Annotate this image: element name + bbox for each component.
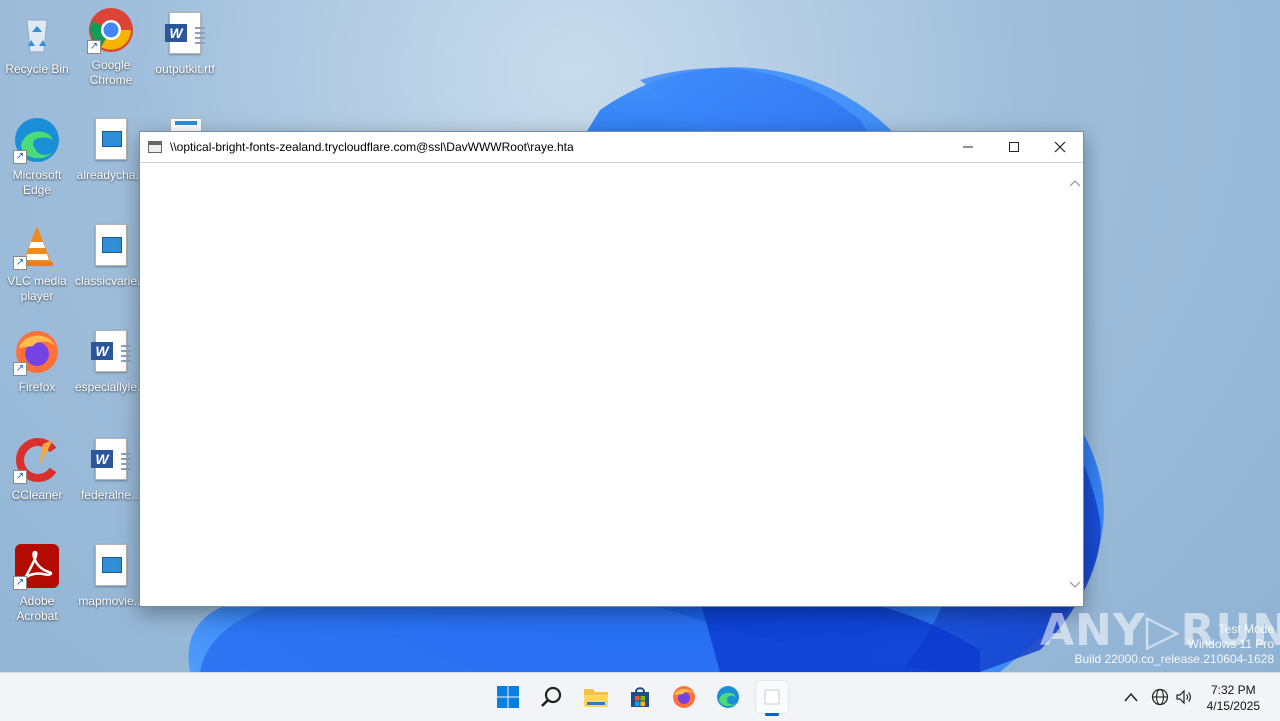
desktop-icon-alreadycha[interactable]: alreadycha... <box>74 116 148 183</box>
store-button[interactable] <box>624 681 656 713</box>
desktop-icon-federalne[interactable]: W federalne... <box>74 436 148 503</box>
image-file-icon <box>87 222 135 270</box>
maximize-icon <box>1009 142 1019 152</box>
test-mode-text: Test Mode Windows 11 Pro Build 22000.co_… <box>1075 622 1275 667</box>
vertical-scrollbar[interactable] <box>1066 163 1083 606</box>
desktop-icon-label: VLC media player <box>7 274 67 303</box>
desktop-icon-label: mapmovie... <box>78 594 144 608</box>
file-explorer-button[interactable] <box>580 681 612 713</box>
desktop-icon-classicvarie[interactable]: classicvarie... <box>74 222 148 289</box>
store-icon <box>631 687 649 707</box>
chevron-down-icon <box>1069 581 1080 588</box>
volume-control[interactable] <box>1175 673 1193 721</box>
shortcut-arrow-icon: ↗ <box>13 576 27 590</box>
desktop-icon-microsoft-edge[interactable]: ↗ Microsoft Edge <box>0 116 74 198</box>
search-icon <box>541 686 562 707</box>
windows-start-icon <box>497 686 519 708</box>
desktop-icon-adobe-acrobat[interactable]: ↗ Adobe Acrobat <box>0 542 74 624</box>
globe-network-icon <box>1151 688 1169 706</box>
shortcut-arrow-icon: ↗ <box>13 470 27 484</box>
chrome-icon: ↗ <box>87 6 135 54</box>
desktop-icon-google-chrome[interactable]: ↗ Google Chrome <box>74 6 148 88</box>
search-button[interactable] <box>536 681 568 713</box>
edge-icon: ↗ <box>13 116 61 164</box>
minimize-icon <box>963 146 973 148</box>
test-mode-label: Test Mode <box>1218 622 1274 636</box>
image-file-icon <box>87 542 135 590</box>
desktop-icon-label: Microsoft Edge <box>12 168 62 197</box>
desktop-icon-vlc[interactable]: ↗ VLC media player <box>0 222 74 304</box>
recycle-bin-icon <box>13 10 61 58</box>
firefox-taskbar-button[interactable] <box>668 681 700 713</box>
word-document-icon: W <box>87 328 135 376</box>
word-document-icon: W <box>161 10 209 58</box>
desktop-icon-label: classicvarie... <box>74 274 148 288</box>
desktop-icon-especiallyle[interactable]: W especiallyle... <box>74 328 148 395</box>
desktop-icon-label: Adobe Acrobat <box>16 594 58 623</box>
desktop-icon-recycle-bin[interactable]: Recycle Bin <box>0 10 74 77</box>
firefox-icon <box>673 686 695 708</box>
build-label: Build 22000.co_release.210604-1628 <box>1074 652 1275 666</box>
edge-taskbar-button[interactable] <box>712 681 744 713</box>
chevron-up-icon <box>1069 180 1080 187</box>
shortcut-arrow-icon: ↗ <box>87 40 101 54</box>
file-explorer-icon <box>584 689 608 707</box>
speaker-icon <box>1176 689 1191 705</box>
shortcut-arrow-icon: ↗ <box>13 362 27 376</box>
word-document-icon: W <box>87 436 135 484</box>
desktop-icon-firefox[interactable]: ↗ Firefox <box>0 328 74 395</box>
show-hidden-icons-button[interactable] <box>1124 673 1138 721</box>
desktop-icon-label: especiallyle... <box>74 380 148 394</box>
window-titlebar[interactable]: \\optical-bright-fonts-zealand.trycloudf… <box>140 132 1083 163</box>
minimize-button[interactable] <box>945 132 991 162</box>
app-window-icon <box>148 141 162 153</box>
window-title: \\optical-bright-fonts-zealand.trycloudf… <box>170 140 574 154</box>
desktop-icon-outputkit-rtf[interactable]: W outputkit.rtf <box>148 10 222 77</box>
close-icon <box>1054 141 1066 153</box>
start-button[interactable] <box>492 681 524 713</box>
hta-window[interactable]: \\optical-bright-fonts-zealand.trycloudf… <box>139 131 1084 607</box>
close-button[interactable] <box>1037 132 1083 162</box>
chevron-up-icon <box>1124 692 1138 702</box>
desktop-icon-label: outputkit.rtf <box>155 62 215 76</box>
image-file-icon <box>87 116 135 164</box>
clock-time: 7:32 PM <box>1210 683 1256 697</box>
window-content-area[interactable] <box>140 163 1083 606</box>
clock-date: 4/15/2025 <box>1206 699 1260 713</box>
network-status[interactable] <box>1151 673 1169 721</box>
shortcut-arrow-icon: ↗ <box>13 150 27 164</box>
scroll-down-button[interactable] <box>1066 577 1083 594</box>
desktop-icon-label: alreadycha... <box>76 168 146 182</box>
taskbar-clock[interactable]: 7:32 PM 4/15/2025 <box>1207 682 1260 714</box>
desktop-icon-label: CCleaner <box>11 488 63 502</box>
hta-taskbar-button[interactable] <box>756 681 788 716</box>
taskbar: 7:32 PM 4/15/2025 <box>0 672 1280 721</box>
desktop-icon-ccleaner[interactable]: ↗ CCleaner <box>0 436 74 503</box>
desktop-icon-label: federalne... <box>80 488 142 502</box>
acrobat-icon: ↗ <box>13 542 61 590</box>
desktop-icon-label: Firefox <box>18 380 56 394</box>
desktop-icon-label: Recycle Bin <box>5 62 69 76</box>
hta-app-icon <box>764 689 780 705</box>
firefox-icon: ↗ <box>13 328 61 376</box>
active-app-indicator <box>765 713 779 716</box>
desktop-icon-mapmovie[interactable]: mapmovie... <box>74 542 148 609</box>
scroll-up-button[interactable] <box>1066 175 1083 192</box>
desktop-icon-label: Google Chrome <box>89 58 133 87</box>
edge-icon <box>717 686 739 708</box>
ccleaner-icon: ↗ <box>13 436 61 484</box>
windows-edition-label: Windows 11 Pro <box>1187 637 1274 651</box>
vlc-icon: ↗ <box>13 222 61 270</box>
shortcut-arrow-icon: ↗ <box>13 256 27 270</box>
maximize-button[interactable] <box>991 132 1037 162</box>
